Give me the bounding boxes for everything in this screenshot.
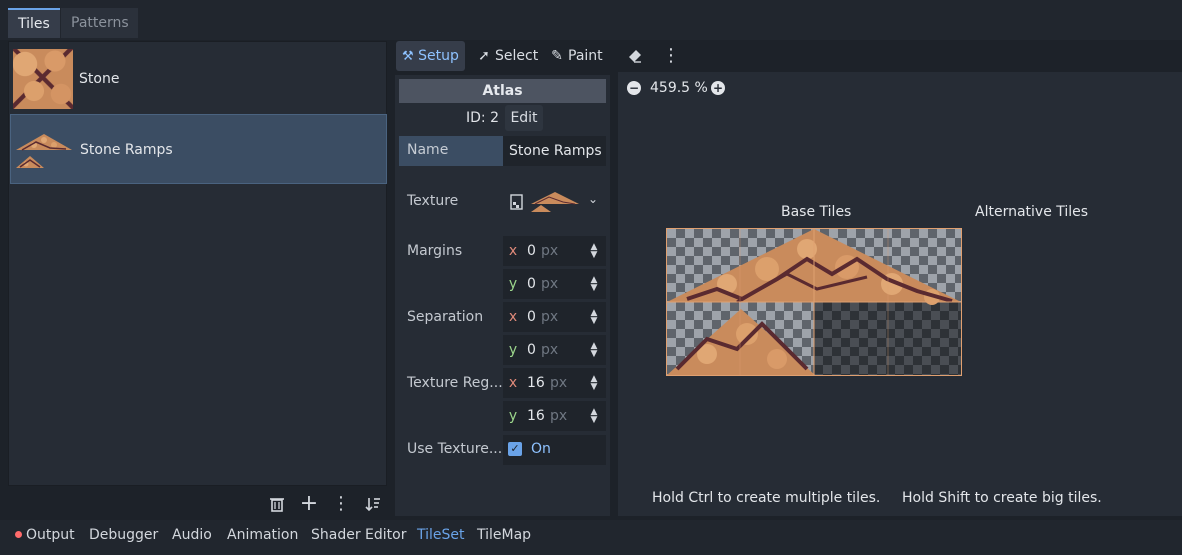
paint-button[interactable]: ✎ Paint [550, 41, 603, 71]
spin-arrows-icon[interactable]: ▲ ▼ [588, 408, 600, 425]
margins-label: Margins [407, 243, 463, 259]
hint-shift: Hold Shift to create big tiles. [902, 490, 1102, 506]
margins-y-value: 0 [527, 276, 536, 292]
zoom-in-icon[interactable]: + [711, 81, 725, 95]
brush-icon: ✎ [551, 48, 563, 64]
zoom-out-icon[interactable]: − [627, 81, 641, 95]
unit-label: px [541, 309, 559, 325]
cursor-icon: ➚ [478, 48, 490, 64]
texture-region-x-field[interactable]: x 16 px ▲ ▼ [503, 368, 606, 398]
separation-x-value: 0 [527, 309, 536, 325]
stone-ramps-texture-thumbnail [16, 134, 72, 168]
setup-label: Setup [418, 48, 459, 64]
axis-y-label: y [508, 276, 518, 292]
setup-tools-icon: ⚒ [402, 49, 414, 64]
unit-label: px [541, 243, 559, 259]
bottom-tab-output[interactable]: Output [26, 524, 75, 546]
unit-label: px [541, 342, 559, 358]
texture-file-icon [510, 194, 523, 210]
source-id-label: ID: 2 [466, 110, 499, 126]
trash-icon[interactable] [265, 492, 289, 516]
separation-x-field[interactable]: x 0 px ▲ ▼ [503, 302, 606, 332]
unit-label: px [541, 276, 559, 292]
chevron-down-icon: ⌄ [587, 192, 598, 206]
axis-x-label: x [508, 375, 518, 391]
name-field[interactable]: Stone Ramps [503, 136, 606, 166]
bottom-tab-shader-editor[interactable]: Shader Editor [311, 524, 406, 546]
kebab-menu-icon[interactable]: ⋮ [662, 41, 680, 71]
bottom-tab-animation[interactable]: Animation [227, 524, 298, 546]
list-item-stone-ramps[interactable]: Stone Ramps [10, 114, 387, 184]
texture-label: Texture [407, 193, 459, 209]
texture-picker[interactable]: ⌄ [503, 186, 606, 216]
separation-label: Separation [407, 309, 484, 325]
select-button[interactable]: ➚ Select [477, 41, 538, 71]
setup-button[interactable]: ⚒ Setup [396, 41, 465, 71]
alternative-tiles-label: Alternative Tiles [975, 204, 1089, 220]
margins-x-field[interactable]: x 0 px ▲ ▼ [503, 236, 606, 266]
texture-region-y-field[interactable]: y 16 px ▲ ▼ [503, 401, 606, 431]
list-item-label: Stone [79, 71, 120, 87]
spin-arrows-icon[interactable]: ▲ ▼ [588, 375, 600, 392]
unit-label: px [550, 408, 568, 424]
inspector-header: Atlas [399, 79, 606, 103]
sort-icon[interactable] [361, 492, 385, 516]
hint-ctrl: Hold Ctrl to create multiple tiles. [652, 490, 881, 506]
axis-x-label: x [508, 309, 518, 325]
kebab-menu-icon[interactable]: ⋮ [329, 492, 353, 516]
separation-y-value: 0 [527, 342, 536, 358]
spin-arrows-icon[interactable]: ▲ ▼ [588, 243, 600, 260]
bottom-tab-tilemap[interactable]: TileMap [477, 524, 531, 546]
stone-ramps-texture [667, 229, 961, 375]
axis-x-label: x [508, 243, 518, 259]
tab-patterns[interactable]: Patterns [61, 8, 138, 38]
stone-texture-thumbnail [13, 49, 73, 109]
edit-id-button[interactable]: Edit [505, 105, 543, 131]
eraser-icon [629, 50, 641, 63]
atlas-texture-grid[interactable] [666, 228, 962, 376]
separation-y-field[interactable]: y 0 px ▲ ▼ [503, 335, 606, 365]
checkbox-checked-icon[interactable]: ✓ [508, 442, 522, 456]
spin-arrows-icon[interactable]: ▲ ▼ [588, 276, 600, 293]
use-texture-label: Use Texture... [407, 441, 503, 457]
error-dot-icon [15, 531, 22, 538]
texture-region-x-value: 16 [527, 375, 545, 391]
axis-y-label: y [508, 408, 518, 424]
list-item-stone[interactable]: Stone [10, 44, 387, 114]
top-tab-bar [0, 0, 1182, 40]
margins-y-field[interactable]: y 0 px ▲ ▼ [503, 269, 606, 299]
bottom-tab-debugger[interactable]: Debugger [89, 524, 158, 546]
spin-arrows-icon[interactable]: ▲ ▼ [588, 309, 600, 326]
paint-label: Paint [568, 48, 603, 64]
plus-icon[interactable]: + [297, 492, 321, 516]
use-texture-value: On [531, 441, 551, 457]
unit-label: px [550, 375, 568, 391]
axis-y-label: y [508, 342, 518, 358]
tab-tiles[interactable]: Tiles [8, 8, 60, 38]
spin-arrows-icon[interactable]: ▲ ▼ [588, 342, 600, 359]
texture-region-label: Texture Reg... [407, 375, 503, 391]
bottom-tab-tileset[interactable]: TileSet [417, 524, 465, 546]
texture-preview [531, 192, 579, 212]
bottom-tab-audio[interactable]: Audio [172, 524, 212, 546]
atlas-source-list: Stone Stone Ramps [8, 41, 387, 486]
zoom-level[interactable]: 459.5 % [650, 78, 708, 98]
margins-x-value: 0 [527, 243, 536, 259]
texture-region-y-value: 16 [527, 408, 545, 424]
base-tiles-label: Base Tiles [781, 204, 852, 220]
name-label: Name [399, 136, 503, 166]
eraser-button[interactable] [627, 41, 645, 71]
list-item-label: Stone Ramps [80, 142, 173, 158]
select-label: Select [495, 48, 539, 64]
